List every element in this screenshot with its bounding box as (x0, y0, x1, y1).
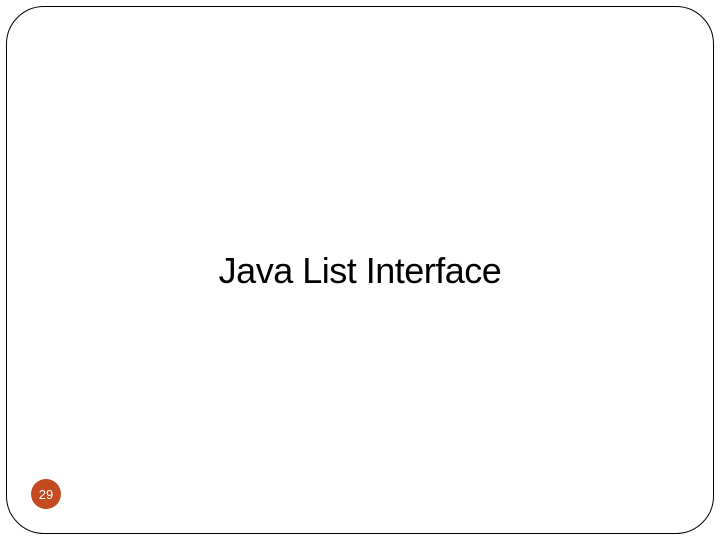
slide-frame: Java List Interface 29 (6, 6, 714, 534)
slide-title: Java List Interface (7, 250, 713, 292)
page-number: 29 (39, 487, 53, 502)
page-number-badge: 29 (31, 479, 61, 509)
